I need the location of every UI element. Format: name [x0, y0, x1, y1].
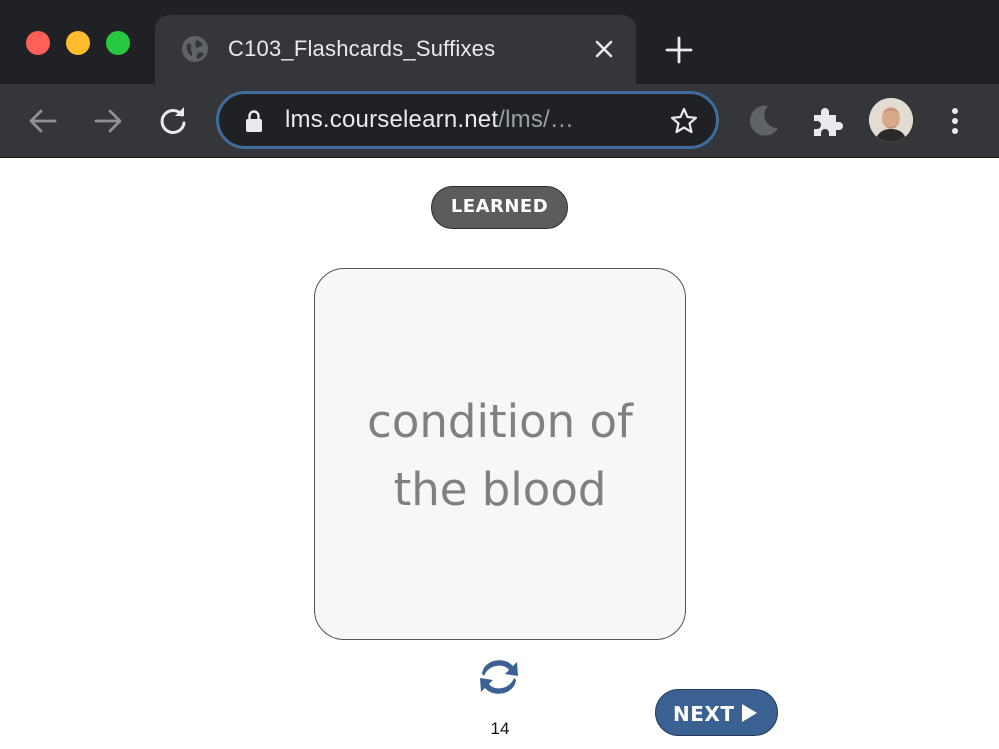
reload-icon[interactable]: [153, 101, 193, 141]
bookmark-star-icon[interactable]: [669, 106, 699, 136]
card-number: 14: [490, 719, 510, 738]
learned-button[interactable]: LEARNED: [431, 186, 568, 229]
forward-arrow-icon[interactable]: [88, 101, 128, 141]
globe-icon: [182, 36, 208, 62]
url-host: lms.courselearn.net: [285, 106, 499, 133]
browser-toolbar: lms.courselearn.net/lms/…: [0, 84, 999, 158]
url-text[interactable]: lms.courselearn.net/lms/…: [285, 106, 574, 134]
next-label: NEXT: [673, 702, 735, 726]
play-arrow-icon: [742, 704, 757, 722]
moon-icon[interactable]: [744, 102, 782, 140]
close-tab-icon[interactable]: [591, 36, 617, 62]
avatar[interactable]: [869, 98, 913, 142]
page-content: LEARNED condition of the blood 14 NEXT: [0, 159, 999, 749]
puzzle-icon[interactable]: [809, 103, 845, 139]
address-bar[interactable]: lms.courselearn.net/lms/…: [216, 91, 719, 149]
new-tab-icon[interactable]: [663, 34, 695, 66]
close-window-button[interactable]: [26, 31, 50, 55]
url-path: /lms/…: [498, 106, 575, 133]
more-menu-icon[interactable]: [940, 103, 970, 139]
flashcard[interactable]: condition of the blood: [314, 268, 686, 640]
browser-titlebar: C103_Flashcards_Suffixes: [0, 0, 999, 84]
browser-tab[interactable]: C103_Flashcards_Suffixes: [155, 15, 636, 84]
lock-icon[interactable]: [243, 109, 265, 133]
profile-photo-icon: [869, 98, 913, 142]
next-button[interactable]: NEXT: [655, 689, 778, 736]
back-arrow-icon[interactable]: [23, 101, 63, 141]
flashcard-text: condition of the blood: [367, 395, 633, 516]
tab-title: C103_Flashcards_Suffixes: [228, 36, 496, 61]
minimize-window-button[interactable]: [66, 31, 90, 55]
maximize-window-button[interactable]: [106, 31, 130, 55]
flip-card-icon[interactable]: [474, 654, 524, 700]
